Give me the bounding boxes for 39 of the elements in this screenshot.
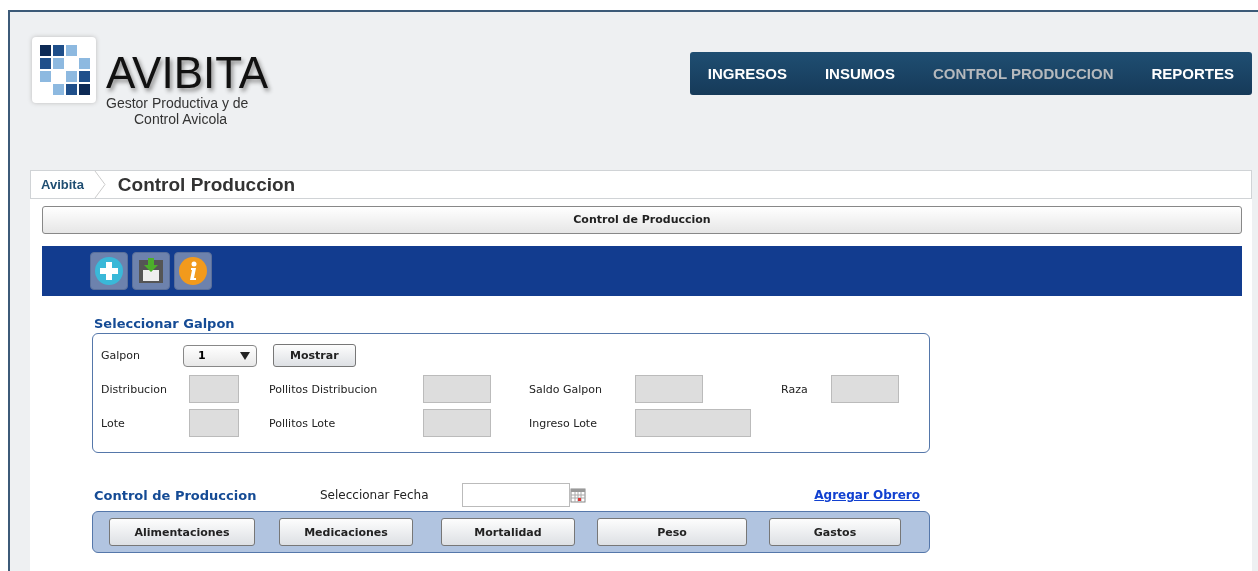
tab-button[interactable]: Mortalidad — [441, 518, 575, 546]
tab-button[interactable]: Medicaciones — [279, 518, 413, 546]
show-button[interactable]: Mostrar — [273, 344, 356, 367]
galpon-dropdown[interactable]: 1 — [183, 344, 257, 367]
field-label: Distribucion — [101, 382, 168, 396]
calendar-icon[interactable] — [570, 487, 586, 503]
breadcrumb-link[interactable]: Avibita — [31, 177, 94, 192]
toolbar-button[interactable] — [132, 252, 170, 290]
dropdown-arrow-icon — [240, 351, 250, 360]
toolbar-button[interactable] — [90, 252, 128, 290]
section-title: Control de Produccion — [94, 487, 258, 503]
nav-link[interactable]: REPORTES — [1151, 65, 1234, 82]
date-field[interactable] — [462, 483, 570, 507]
tab-button[interactable]: Gastos — [769, 518, 901, 546]
field-label: Lote — [101, 416, 126, 430]
nav-link[interactable]: INGRESOS — [707, 65, 787, 82]
page-title: Control Produccion — [117, 173, 296, 196]
nav-link[interactable]: INSUMOS — [824, 65, 895, 82]
info-icon — [178, 256, 208, 286]
plus-icon — [94, 256, 124, 286]
field-label: Pollitos Lote — [269, 416, 337, 430]
floppy-disk-icon — [136, 256, 166, 286]
toolbar-button[interactable] — [174, 252, 212, 290]
logo-subtitle: Gestor Productiva y de — [106, 95, 250, 111]
field-label: Seleccionar Fecha — [320, 488, 430, 502]
field-label: Pollitos Distribucion — [269, 382, 379, 396]
tab-button[interactable]: Peso — [597, 518, 747, 546]
logo-subtitle: Control Avicola — [133, 111, 229, 127]
logo-icon — [32, 37, 96, 103]
field-label: Ingreso Lote — [529, 416, 598, 430]
section-title: Seleccionar Galpon — [94, 316, 236, 331]
add-worker-link[interactable]: Agregar Obrero — [814, 488, 920, 502]
logo-title: AVIBITA — [106, 51, 269, 95]
field-label: Galpon — [101, 349, 141, 362]
nav-link[interactable]: CONTROL PRODUCCION — [932, 65, 1114, 82]
field-label: Raza — [781, 382, 809, 396]
panel-title-bar: Control de Produccion — [42, 206, 1242, 234]
tab-button[interactable]: Alimentaciones — [109, 518, 255, 546]
field-label: Saldo Galpon — [529, 382, 603, 396]
